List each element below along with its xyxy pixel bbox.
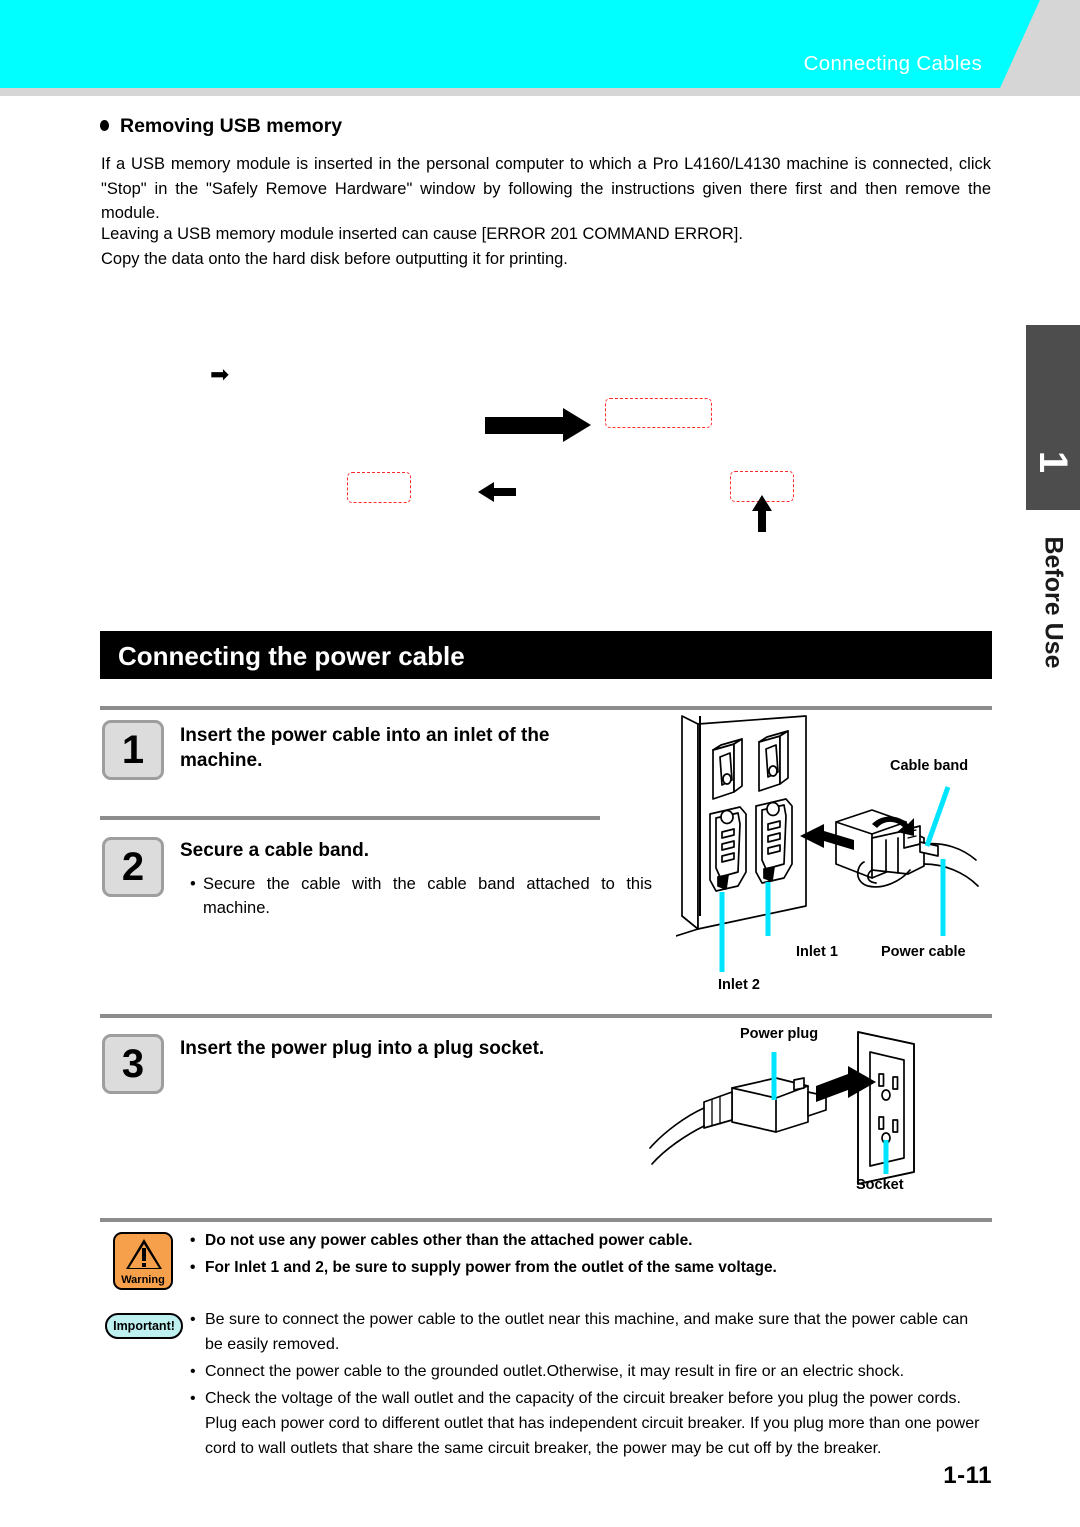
plug-socket-illustration: Power plug Socket xyxy=(648,1022,1000,1202)
warning-item-1-text: Do not use any power cables other than t… xyxy=(205,1232,693,1249)
label-cable-band: Cable band xyxy=(890,758,969,774)
label-inlet-2: Inlet 2 xyxy=(718,977,760,993)
arrow-shaft xyxy=(492,488,516,496)
rule-above-step-2 xyxy=(100,816,600,820)
bullet-dot-icon: • xyxy=(190,1259,196,1276)
important-item-3: • Check the voltage of the wall outlet a… xyxy=(190,1386,990,1461)
step-title-2: Secure a cable band. xyxy=(180,840,370,861)
warning-badge-label: Warning xyxy=(121,1274,165,1286)
step-bullet-2-1: • Secure the cable with the cable band a… xyxy=(190,872,652,920)
bullet-dot-icon: • xyxy=(190,1390,196,1407)
step-badge-3: 3 xyxy=(102,1034,164,1094)
step-badge-1: 1 xyxy=(102,720,164,780)
step-title-1: Insert the power cable into an inlet of … xyxy=(180,725,550,771)
intro-line-2: Copy the data onto the hard disk before … xyxy=(101,249,568,268)
side-tab-label-wrap: Before Use xyxy=(1026,516,1080,696)
bullet-dot-icon: • xyxy=(190,1363,196,1380)
exclamation-dot-icon xyxy=(141,1263,146,1267)
usb-memory-figure: ➡ xyxy=(100,330,1000,610)
side-tab-label: Before Use xyxy=(1039,536,1068,669)
arrow-right-small-icon: ➡ xyxy=(210,361,230,387)
rule-above-notices xyxy=(100,1218,992,1222)
important-item-1-text: Be sure to connect the power cable to th… xyxy=(205,1311,969,1353)
header-band: Connecting Cables xyxy=(0,0,1080,96)
bullet-dot-icon: • xyxy=(190,1232,196,1249)
rule-above-step-3 xyxy=(100,1014,992,1018)
callout-box-top xyxy=(605,398,712,428)
warning-badge: Warning xyxy=(113,1232,173,1290)
intro-line-1: Leaving a USB memory module inserted can… xyxy=(101,225,743,243)
rule-above-step-1 xyxy=(100,706,992,710)
important-item-2-text: Connect the power cable to the grounded … xyxy=(205,1363,905,1380)
page-number: 1-11 xyxy=(943,1462,992,1489)
arrow-head xyxy=(478,482,494,502)
subsection-heading-text: Removing USB memory xyxy=(120,115,343,137)
important-notice-list: • Be sure to connect the power cable to … xyxy=(190,1307,990,1463)
step-badge-2: 2 xyxy=(102,837,164,897)
plug-socket-svg xyxy=(649,1031,915,1185)
arrow-shaft xyxy=(485,417,565,434)
side-tab-number: 1 xyxy=(1031,450,1075,474)
step-title-3: Insert the power plug into a plug socket… xyxy=(180,1038,545,1059)
exclamation-bar-icon xyxy=(141,1248,146,1261)
arrow-head xyxy=(563,408,591,442)
label-socket: Socket xyxy=(856,1177,904,1193)
warning-item-1: • Do not use any power cables other than… xyxy=(190,1228,990,1253)
side-index-tab: 1 xyxy=(1026,325,1080,510)
arrow-head xyxy=(752,495,772,511)
warning-notice-list: • Do not use any power cables other than… xyxy=(190,1228,990,1282)
warning-item-2-text: For Inlet 1 and 2, be sure to supply pow… xyxy=(205,1259,777,1276)
label-inlet-1: Inlet 1 xyxy=(796,944,838,960)
inlet-cable-illustration: Cable band Inlet 1 Power cable Inlet 2 xyxy=(675,714,996,1006)
illustration-divider xyxy=(699,716,701,916)
label-power-cable: Power cable xyxy=(881,944,966,960)
header-title: Connecting Cables xyxy=(803,52,982,75)
important-badge: Important! xyxy=(105,1313,183,1339)
important-item-2: • Connect the power cable to the grounde… xyxy=(190,1359,990,1384)
arrow-up-icon xyxy=(752,495,772,532)
bullet-dot-icon: • xyxy=(190,1311,196,1328)
section-title-text: Connecting the power cable xyxy=(118,641,465,671)
label-power-plug: Power plug xyxy=(740,1026,819,1042)
bullet-dot-icon xyxy=(100,120,109,131)
bullet-dot-icon: • xyxy=(190,875,196,893)
intro-paragraph: If a USB memory module is inserted in th… xyxy=(101,155,991,222)
warning-item-2: • For Inlet 1 and 2, be sure to supply p… xyxy=(190,1255,990,1280)
intro-extra-lines: Leaving a USB memory module inserted can… xyxy=(101,222,991,271)
arrow-shaft xyxy=(758,508,766,532)
section-title-bar: Connecting the power cable xyxy=(100,631,992,679)
subsection-heading: Removing USB memory xyxy=(100,115,342,138)
important-item-3-text: Check the voltage of the wall outlet and… xyxy=(205,1390,980,1457)
callout-box-left xyxy=(347,472,411,503)
important-item-1: • Be sure to connect the power cable to … xyxy=(190,1307,990,1357)
step-bullet-2-1-text: Secure the cable with the cable band att… xyxy=(203,875,652,917)
